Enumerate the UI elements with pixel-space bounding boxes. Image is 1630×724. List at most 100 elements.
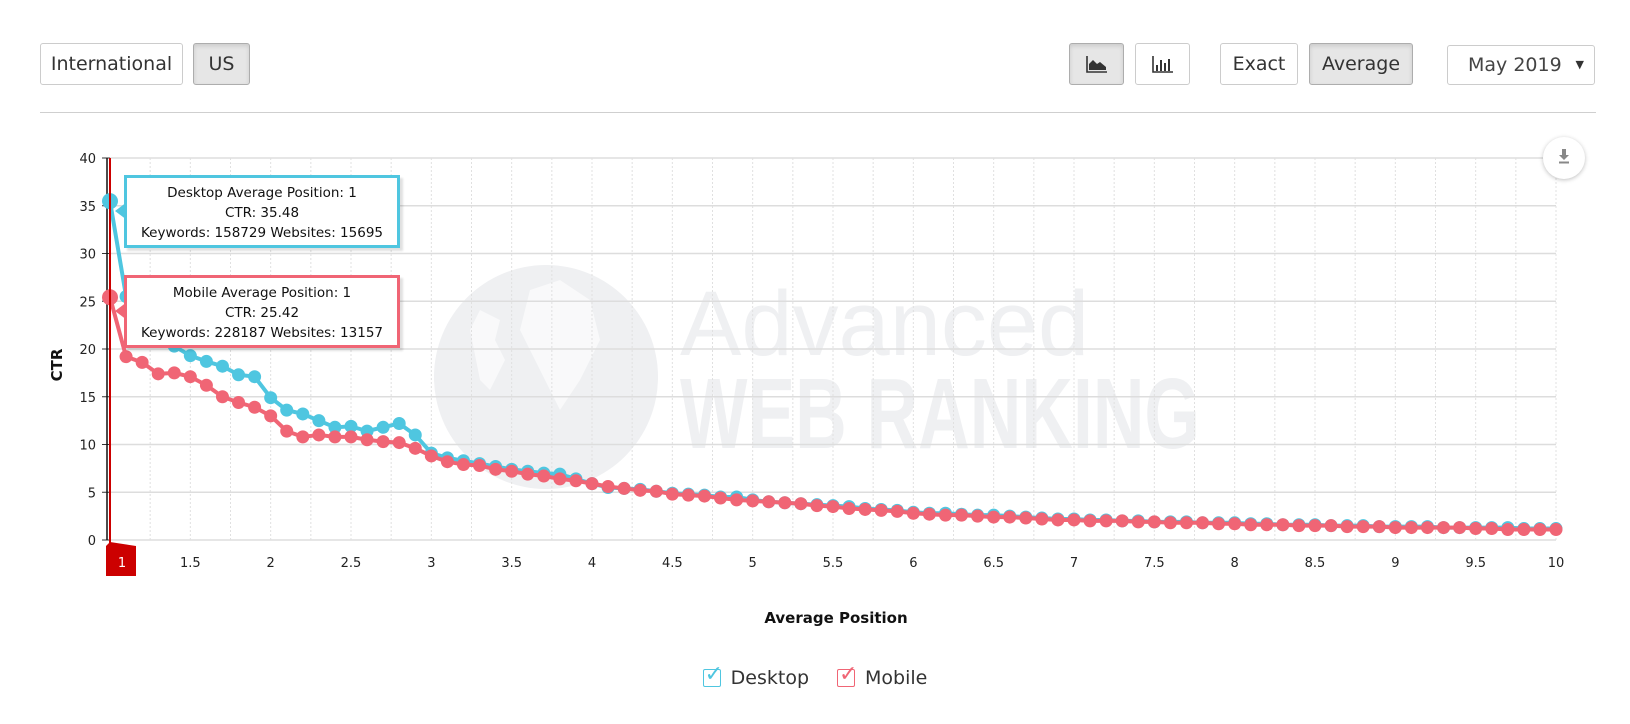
data-point-mobile xyxy=(601,480,615,494)
x-tick-label: 2 xyxy=(267,556,275,571)
data-point-mobile xyxy=(714,491,728,505)
chart-legend: ✓ Desktop ✓ Mobile xyxy=(0,662,1630,689)
legend-item-mobile[interactable]: ✓ Mobile xyxy=(837,662,927,689)
data-point-mobile xyxy=(328,430,342,444)
data-point-mobile xyxy=(1179,516,1193,530)
data-point-desktop xyxy=(296,407,310,421)
bar-chart-icon xyxy=(1151,55,1174,73)
desktop-tooltip: Desktop Average Position: 1 CTR: 35.48 K… xyxy=(115,175,400,248)
data-point-mobile xyxy=(1228,517,1242,531)
download-button[interactable] xyxy=(1543,137,1585,179)
data-point-mobile xyxy=(1292,519,1306,533)
download-icon xyxy=(1556,148,1572,168)
data-point-mobile xyxy=(1035,512,1049,526)
data-point-mobile xyxy=(1003,510,1017,524)
x-tick-label: 2.5 xyxy=(341,556,362,571)
region-us-button[interactable]: US xyxy=(193,43,250,85)
toolbar-divider xyxy=(40,112,1596,113)
x-tick-label: 8 xyxy=(1231,556,1239,571)
data-point-mobile xyxy=(296,430,310,444)
data-point-mobile xyxy=(874,503,888,517)
data-point-mobile xyxy=(681,488,695,502)
data-point-mobile xyxy=(1051,513,1065,527)
data-point-mobile xyxy=(537,469,551,483)
mobile-tooltip-position: Mobile Average Position: 1 xyxy=(172,285,352,301)
data-point-mobile xyxy=(810,499,824,513)
data-point-mobile xyxy=(232,395,246,409)
area-chart-button[interactable] xyxy=(1069,43,1124,85)
data-point-mobile xyxy=(955,508,969,522)
y-tick-label: 25 xyxy=(79,295,96,310)
data-point-desktop xyxy=(215,359,229,373)
mobile-checkbox-icon[interactable]: ✓ xyxy=(837,662,857,687)
data-point-mobile xyxy=(489,462,503,476)
data-point-mobile xyxy=(971,509,985,523)
x-tick-label: 9 xyxy=(1391,556,1399,571)
exact-button[interactable]: Exact xyxy=(1220,43,1298,85)
watermark-logo: Advanced WEB RANKING xyxy=(434,265,1200,489)
data-point-mobile xyxy=(1163,516,1177,530)
data-point-desktop xyxy=(264,391,278,405)
data-point-mobile xyxy=(151,367,165,381)
x-tick-label: 8.5 xyxy=(1305,556,1326,571)
data-point-mobile xyxy=(183,370,197,384)
data-point-mobile xyxy=(617,481,631,495)
x-tick-label: 6.5 xyxy=(983,556,1004,571)
mobile-tooltip: Mobile Average Position: 1 CTR: 25.42 Ke… xyxy=(115,275,400,348)
position-flag-label: 1 xyxy=(118,556,126,571)
data-point-mobile xyxy=(842,501,856,515)
data-point-mobile xyxy=(456,458,470,472)
data-point-mobile xyxy=(730,493,744,507)
desktop-tooltip-counts: Keywords: 158729 Websites: 15695 xyxy=(141,225,383,241)
data-point-mobile xyxy=(1212,517,1226,531)
data-point-desktop xyxy=(376,420,390,434)
data-point-mobile xyxy=(521,467,535,481)
data-point-desktop xyxy=(280,403,294,417)
desktop-tooltip-ctr: CTR: 35.48 xyxy=(224,205,300,221)
bar-chart-button[interactable] xyxy=(1135,43,1190,85)
data-point-mobile xyxy=(1437,521,1451,535)
y-tick-label: 40 xyxy=(79,152,96,167)
data-point-mobile xyxy=(1549,522,1563,536)
data-point-desktop xyxy=(232,368,246,382)
data-point-mobile xyxy=(1308,519,1322,533)
data-point-mobile xyxy=(1131,515,1145,529)
x-tick-label: 3.5 xyxy=(501,556,522,571)
data-point-desktop xyxy=(183,349,197,363)
data-point-desktop xyxy=(248,370,262,384)
y-tick-label: 35 xyxy=(79,200,96,215)
desktop-checkbox-icon[interactable]: ✓ xyxy=(702,662,723,687)
data-point-mobile xyxy=(649,484,663,498)
data-point-mobile xyxy=(1260,518,1274,532)
data-point-mobile xyxy=(1420,521,1434,535)
data-point-mobile xyxy=(1517,522,1531,536)
data-point-mobile xyxy=(585,477,599,491)
data-point-mobile xyxy=(1388,521,1402,535)
data-point-mobile xyxy=(392,436,406,450)
x-axis-label: Average Position xyxy=(764,609,907,627)
data-point-mobile xyxy=(360,433,374,447)
region-international-button[interactable]: International xyxy=(40,43,183,85)
y-tick-label: 20 xyxy=(79,343,96,358)
data-point-mobile xyxy=(890,504,904,518)
y-tick-label: 10 xyxy=(79,439,96,454)
data-point-mobile xyxy=(1067,513,1081,527)
data-point-mobile xyxy=(1244,518,1258,532)
data-point-mobile xyxy=(119,350,133,364)
x-tick-label: 10 xyxy=(1548,556,1565,571)
date-select[interactable]: May 2019 ▼ xyxy=(1447,45,1595,85)
data-point-mobile xyxy=(376,435,390,449)
data-point-mobile xyxy=(1533,522,1547,536)
tooltip-pointer xyxy=(115,202,127,220)
data-point-mobile xyxy=(408,441,422,455)
x-tick-label: 3 xyxy=(427,556,435,571)
data-point-desktop xyxy=(199,354,213,368)
data-point-mobile xyxy=(1453,521,1467,535)
legend-item-desktop[interactable]: ✓ Desktop xyxy=(702,662,810,689)
data-point-mobile xyxy=(1485,522,1499,536)
y-tick-label: 15 xyxy=(79,391,96,406)
average-button[interactable]: Average xyxy=(1309,43,1413,85)
legend-label-desktop: Desktop xyxy=(730,667,810,689)
data-point-mobile xyxy=(280,424,294,438)
data-point-mobile xyxy=(922,507,936,521)
